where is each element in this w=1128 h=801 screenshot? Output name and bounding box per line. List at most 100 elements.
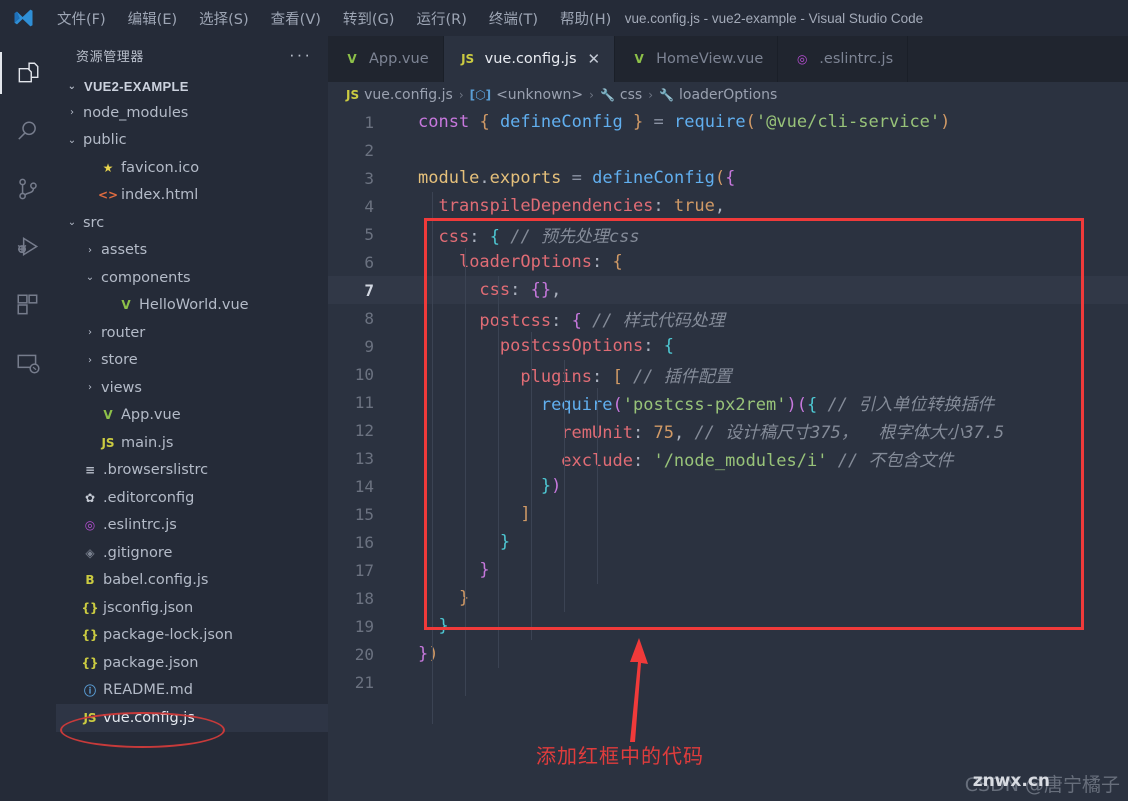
- tree-item-src[interactable]: ⌄ src: [56, 209, 328, 237]
- tree-item-index-html[interactable]: <> index.html: [56, 182, 328, 210]
- tree-item-components[interactable]: ⌄ components: [56, 264, 328, 292]
- code-line[interactable]: 12 remUnit: 75, // 设计稿尺寸375， 根字体大小37.5: [328, 416, 1128, 444]
- chevron-down-icon: ⌄: [85, 272, 95, 284]
- code-line[interactable]: 8 postcss: { // 样式代码处理: [328, 304, 1128, 332]
- code-token: :: [592, 252, 603, 272]
- code-token: }: [540, 476, 552, 496]
- more-actions-icon[interactable]: ···: [289, 46, 312, 63]
- breadcrumb-item-loaderoptions[interactable]: 🔧 loaderOptions: [659, 87, 777, 103]
- tree-item-babel-config-js[interactable]: Bbabel.config.js: [56, 567, 328, 595]
- code-line[interactable]: 10 plugins: [ // 插件配置: [328, 360, 1128, 388]
- tab-homeview-vue[interactable]: V HomeView.vue: [615, 36, 779, 82]
- menu-help[interactable]: 帮助(H): [549, 4, 622, 33]
- code-line[interactable]: 17 }: [328, 556, 1128, 584]
- code-line[interactable]: 15 ]: [328, 500, 1128, 528]
- code-token: module: [418, 168, 480, 188]
- tree-item-router[interactable]: › router: [56, 319, 328, 347]
- code-line[interactable]: 4 transpileDependencies: true,: [328, 192, 1128, 220]
- explorer-icon[interactable]: [0, 44, 56, 102]
- menu-file[interactable]: 文件(F): [46, 4, 117, 33]
- chevron-right-icon: ›: [88, 244, 92, 256]
- line-number: 6: [364, 252, 374, 272]
- source-control-icon[interactable]: [0, 160, 56, 218]
- code-token: 'postcss-px2rem': [622, 394, 787, 415]
- run-and-debug-icon[interactable]: [0, 218, 56, 276]
- tree-item-favicon-ico[interactable]: ★ favicon.ico: [56, 154, 328, 182]
- breadcrumb-item-vue-config-js[interactable]: JS vue.config.js: [346, 87, 453, 103]
- tree-item-label: public: [83, 132, 127, 149]
- code-line[interactable]: 16 }: [328, 528, 1128, 556]
- tree-item-public[interactable]: ⌄ public: [56, 127, 328, 155]
- workspace-root-row[interactable]: ⌄ VUE2-EXAMPLE: [56, 74, 328, 99]
- tree-item--eslintrc-js[interactable]: ◎ .eslintrc.js: [56, 512, 328, 540]
- code-token: ,: [673, 422, 685, 443]
- code-line[interactable]: 7 css: {},: [328, 276, 1128, 304]
- code-token: (: [745, 112, 756, 132]
- code-token: }: [633, 112, 644, 132]
- code-line[interactable]: 1 const { defineConfig } = require('@vue/…: [328, 108, 1128, 136]
- code-token: .: [479, 168, 490, 188]
- extensions-icon[interactable]: [0, 276, 56, 334]
- remote-explorer-icon[interactable]: [0, 334, 56, 392]
- tab-vue-config-js[interactable]: JS vue.config.js ✕: [443, 36, 616, 82]
- tree-item-label: package.json: [103, 654, 199, 671]
- code-line[interactable]: 19 }: [328, 612, 1128, 640]
- tab-app-vue[interactable]: V App.vue: [328, 36, 444, 82]
- code-line[interactable]: 9 postcssOptions: {: [328, 332, 1128, 360]
- close-icon[interactable]: ✕: [588, 50, 601, 68]
- code-line[interactable]: 2: [328, 136, 1128, 164]
- menu-selection[interactable]: 选择(S): [188, 4, 260, 33]
- search-icon[interactable]: [0, 102, 56, 160]
- tree-item-readme-md[interactable]: ⓘ README.md: [56, 677, 328, 705]
- tab--eslintrc-js[interactable]: ◎ .eslintrc.js: [778, 36, 909, 82]
- code-line[interactable]: 14 }): [328, 472, 1128, 500]
- tree-item-vue-config-js[interactable]: JS vue.config.js: [56, 704, 328, 732]
- title-bar: 文件(F) 编辑(E) 选择(S) 查看(V) 转到(G) 运行(R) 终端(T…: [0, 0, 1128, 36]
- tree-item--browserslistrc[interactable]: ≡ .browserslistrc: [56, 457, 328, 485]
- code-token: 75: [653, 422, 674, 443]
- breadcrumb-icon: JS: [346, 88, 360, 102]
- tree-item-main-js[interactable]: JS main.js: [56, 429, 328, 457]
- tree-item--gitignore[interactable]: ◈ .gitignore: [56, 539, 328, 567]
- code-token: // 引入单位转换插件: [827, 394, 995, 415]
- tree-item-jsconfig-json[interactable]: {} jsconfig.json: [56, 594, 328, 622]
- tree-item-app-vue[interactable]: V App.vue: [56, 402, 328, 430]
- chevron-right-icon: ›: [88, 327, 92, 339]
- breadcrumb-item-css[interactable]: 🔧 css: [600, 87, 642, 103]
- code-content[interactable]: 1 const { defineConfig } = require('@vue/…: [328, 108, 1128, 696]
- tree-item--editorconfig[interactable]: ✿ .editorconfig: [56, 484, 328, 512]
- code-token: // 预先处理css: [510, 226, 640, 247]
- code-line[interactable]: 18 }: [328, 584, 1128, 612]
- menu-edit[interactable]: 编辑(E): [117, 4, 188, 33]
- tree-item-store[interactable]: › store: [56, 347, 328, 375]
- code-line[interactable]: 6 loaderOptions: {: [328, 248, 1128, 276]
- code-line[interactable]: 20}): [328, 640, 1128, 668]
- tree-item-package-lock-json[interactable]: {} package-lock.json: [56, 622, 328, 650]
- code-editor[interactable]: 1 const { defineConfig } = require('@vue/…: [328, 108, 1128, 801]
- explorer-title: 资源管理器: [76, 49, 145, 65]
- menu-go[interactable]: 转到(G): [332, 4, 406, 33]
- breadcrumb-item--unknown-[interactable]: [⬡] <unknown>: [470, 87, 584, 103]
- explorer-sidebar: 资源管理器 ··· ⌄ VUE2-EXAMPLE › node_modules ⌄ p…: [56, 36, 328, 801]
- code-line[interactable]: 13 exclude: '/node_modules/i' // 不包含文件: [328, 444, 1128, 472]
- code-line[interactable]: 21: [328, 668, 1128, 696]
- code-line[interactable]: 11 require('postcss-px2rem')({ // 引入单位转换…: [328, 388, 1128, 416]
- menu-run[interactable]: 运行(R): [405, 4, 477, 33]
- tree-item-node-modules[interactable]: › node_modules: [56, 99, 328, 127]
- code-line[interactable]: 3 module.exports = defineConfig({: [328, 164, 1128, 192]
- code-token: require: [674, 112, 746, 132]
- menu-terminal[interactable]: 终端(T): [478, 4, 549, 33]
- menu-view[interactable]: 查看(V): [260, 4, 332, 33]
- tree-item-assets[interactable]: › assets: [56, 237, 328, 265]
- tree-item-package-json[interactable]: {} package.json: [56, 649, 328, 677]
- tree-item-views[interactable]: › views: [56, 374, 328, 402]
- code-token: {: [663, 336, 674, 356]
- code-line[interactable]: 5 css: { // 预先处理css: [328, 220, 1128, 248]
- menu-bar[interactable]: 文件(F) 编辑(E) 选择(S) 查看(V) 转到(G) 运行(R) 终端(T…: [46, 4, 622, 33]
- tree-item-helloworld-vue[interactable]: V HelloWorld.vue: [56, 292, 328, 320]
- code-token: :: [643, 336, 654, 356]
- code-token: }: [418, 644, 429, 664]
- code-text: const { defineConfig } = require('@vue/c…: [392, 112, 950, 132]
